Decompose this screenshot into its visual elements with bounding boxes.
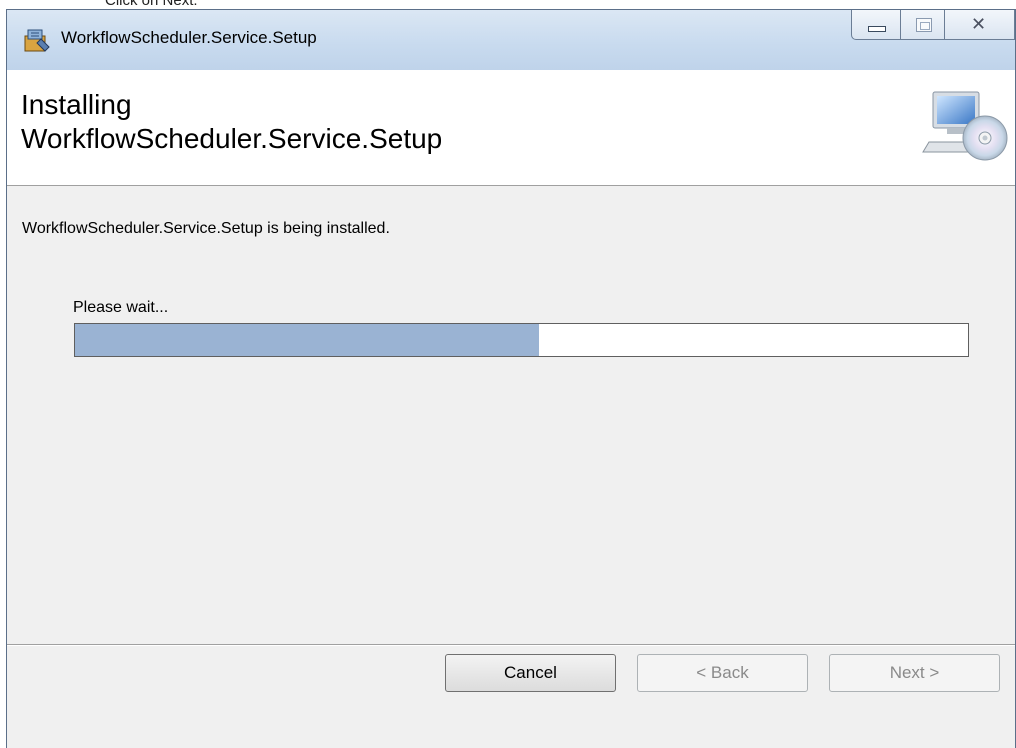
- footer-divider: [7, 644, 1015, 646]
- back-button[interactable]: < Back: [637, 654, 808, 692]
- progress-fill: [75, 324, 540, 356]
- install-progress-bar: [74, 323, 969, 357]
- maximize-button[interactable]: [901, 10, 945, 40]
- installer-icon: [24, 29, 50, 52]
- cancel-button[interactable]: Cancel: [445, 654, 616, 692]
- install-status-text: WorkflowScheduler.Service.Setup is being…: [22, 220, 390, 237]
- minimize-icon: [868, 26, 886, 32]
- minimize-button[interactable]: [851, 10, 901, 40]
- please-wait-label: Please wait...: [73, 299, 169, 316]
- maximize-icon: [916, 18, 932, 32]
- title-bar[interactable]: WorkflowScheduler.Service.Setup ✕: [7, 10, 1015, 70]
- computer-cd-icon: [922, 91, 1008, 161]
- page-title: Installing WorkflowScheduler.Service.Set…: [21, 88, 442, 156]
- header-banner: Installing WorkflowScheduler.Service.Set…: [7, 70, 1015, 186]
- window-title: WorkflowScheduler.Service.Setup: [61, 28, 317, 47]
- close-button[interactable]: ✕: [945, 10, 1015, 40]
- setup-window: WorkflowScheduler.Service.Setup ✕ Instal…: [6, 9, 1016, 748]
- close-icon: ✕: [971, 14, 987, 35]
- page-caption: Click on Next.: [105, 0, 198, 9]
- next-button[interactable]: Next >: [829, 654, 1000, 692]
- page-title-line2: WorkflowScheduler.Service.Setup: [21, 123, 443, 154]
- page-title-line1: Installing: [21, 89, 132, 120]
- caption-buttons: ✕: [851, 10, 1015, 40]
